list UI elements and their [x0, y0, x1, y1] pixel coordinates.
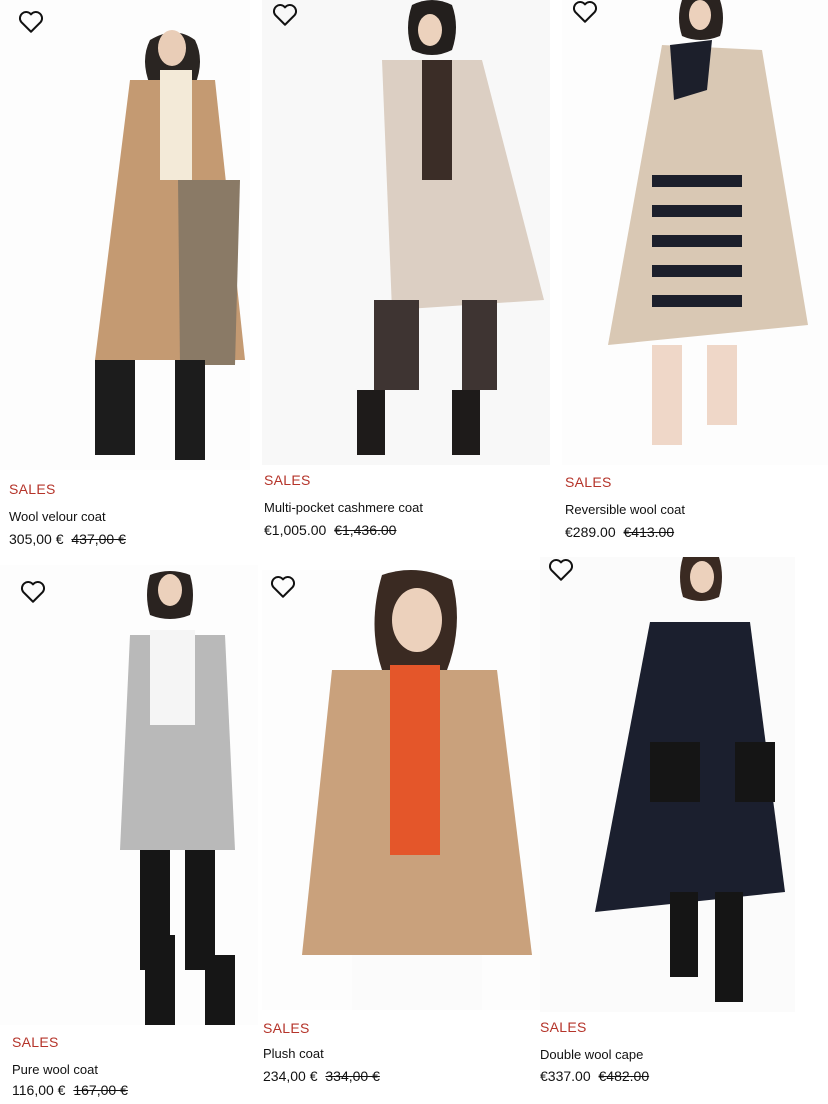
- product-name[interactable]: Multi-pocket cashmere coat: [264, 500, 423, 515]
- product-image[interactable]: [0, 0, 250, 470]
- original-price: 437,00 €: [71, 531, 126, 547]
- wishlist-heart-icon[interactable]: [270, 575, 296, 599]
- original-price: 167,00 €: [73, 1082, 128, 1098]
- sales-badge: SALES: [565, 474, 612, 490]
- product-price: 305,00 € 437,00 €: [9, 531, 126, 547]
- original-price: 334,00 €: [325, 1068, 380, 1084]
- original-price: €1,436.00: [334, 522, 397, 538]
- wishlist-heart-icon[interactable]: [20, 580, 46, 604]
- product-name[interactable]: Double wool cape: [540, 1047, 643, 1062]
- product-price: €289.00 €413.00: [565, 524, 674, 540]
- product-image[interactable]: [0, 565, 258, 1025]
- product-image[interactable]: [262, 0, 550, 465]
- product-name[interactable]: Plush coat: [263, 1046, 324, 1061]
- product-price: €337.00 €482.00: [540, 1068, 649, 1084]
- current-price: 116,00 €: [12, 1082, 66, 1098]
- current-price: 234,00 €: [263, 1068, 318, 1084]
- product-price: €1,005.00 €1,436.00: [264, 522, 396, 538]
- original-price: €413.00: [623, 524, 675, 540]
- wishlist-heart-icon[interactable]: [272, 3, 298, 27]
- product-name[interactable]: Reversible wool coat: [565, 502, 685, 517]
- product-name[interactable]: Wool velour coat: [9, 509, 106, 524]
- product-name[interactable]: Pure wool coat: [12, 1062, 98, 1077]
- current-price: €337.00: [540, 1068, 591, 1084]
- product-price: 116,00 € 167,00 €: [12, 1082, 128, 1098]
- product-image[interactable]: [562, 0, 828, 465]
- current-price: €1,005.00: [264, 522, 327, 538]
- wishlist-heart-icon[interactable]: [572, 0, 598, 24]
- product-image[interactable]: [540, 557, 795, 1012]
- sales-badge: SALES: [264, 472, 311, 488]
- wishlist-heart-icon[interactable]: [18, 10, 44, 34]
- product-image[interactable]: [262, 570, 542, 1010]
- current-price: €289.00: [565, 524, 616, 540]
- sales-badge: SALES: [263, 1020, 310, 1036]
- product-price: 234,00 € 334,00 €: [263, 1068, 380, 1084]
- sales-badge: SALES: [12, 1034, 59, 1050]
- sales-badge: SALES: [9, 481, 56, 497]
- original-price: €482.00: [598, 1068, 650, 1084]
- wishlist-heart-icon[interactable]: [548, 558, 574, 582]
- sales-badge: SALES: [540, 1019, 587, 1035]
- current-price: 305,00 €: [9, 531, 64, 547]
